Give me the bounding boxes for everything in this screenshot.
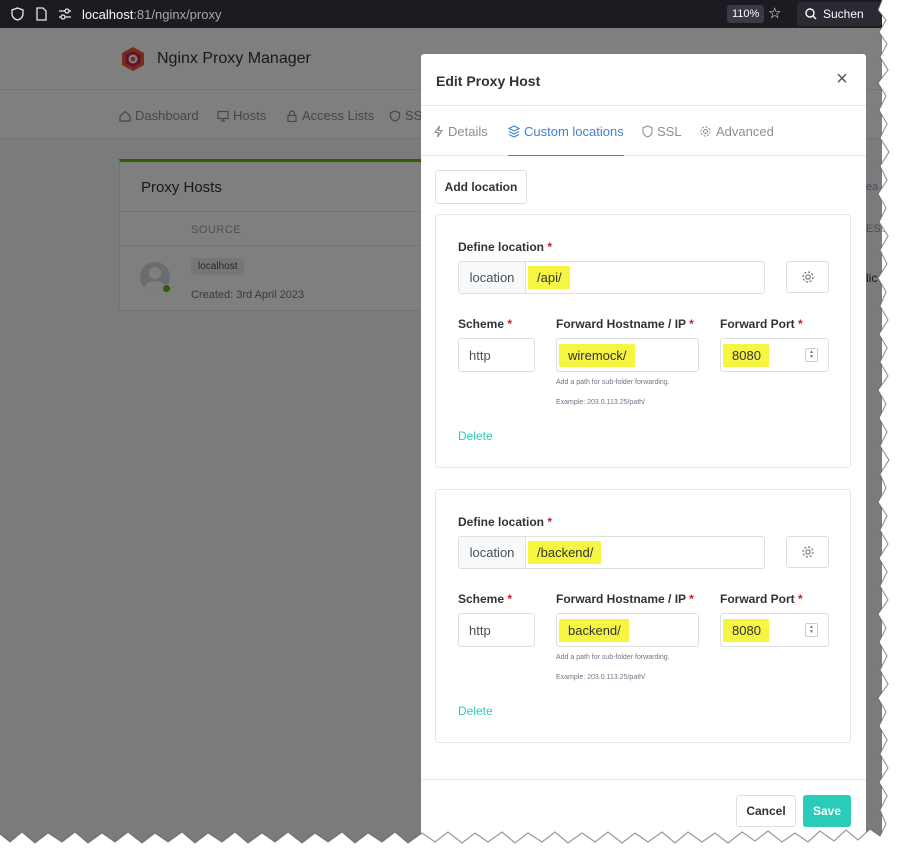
url-host: localhost [82, 6, 134, 22]
delete-location-link[interactable]: Delete [458, 429, 493, 443]
forward-port-input[interactable]: 8080 ▲ ▼ [720, 338, 829, 372]
define-location-label: Define location * [458, 240, 553, 254]
address-bar[interactable]: localhost:81/nginx/proxy [82, 7, 221, 22]
delete-location-link[interactable]: Delete [458, 704, 493, 718]
tab-custom-locations[interactable]: Custom locations [508, 124, 624, 156]
gear-icon [700, 126, 711, 137]
help-text: Add a path for sub-folder forwarding. [556, 379, 670, 386]
forward-hostname-input[interactable]: wiremock/ [556, 338, 699, 372]
location-path-field[interactable]: location /backend/ [458, 536, 765, 569]
forward-hostname-input[interactable]: backend/ [556, 613, 699, 647]
forward-port-value: 8080 [723, 343, 769, 367]
permissions-icon[interactable] [58, 7, 72, 21]
location-path-input[interactable]: /backend/ [526, 537, 764, 568]
scheme-input[interactable]: http [458, 613, 535, 647]
shield-icon[interactable] [10, 7, 24, 21]
location-addon: location [459, 537, 526, 568]
browser-toolbar: localhost:81/nginx/proxy 110% ☆ Suchen [0, 0, 882, 28]
number-spinner[interactable]: ▲ ▼ [805, 623, 818, 637]
location-path-input[interactable]: /api/ [526, 262, 764, 293]
shield-icon [642, 125, 653, 138]
forward-hostname-value: wiremock/ [559, 343, 635, 367]
define-location-label: Define location * [458, 515, 553, 529]
tab-label: SSL [657, 124, 682, 139]
location-addon: location [459, 262, 526, 293]
save-button[interactable]: Save [803, 795, 851, 827]
cancel-button[interactable]: Cancel [736, 795, 796, 827]
forward-port-value: 8080 [723, 618, 769, 642]
bolt-icon [433, 125, 444, 138]
tab-label: Custom locations [524, 124, 624, 139]
search-button[interactable]: Suchen [797, 2, 882, 26]
location-path-value: /api/ [528, 266, 570, 289]
location-path-value: /backend/ [528, 541, 602, 564]
modal-body: Add location Define location * location … [421, 157, 866, 779]
tab-label: Details [448, 124, 488, 139]
url-path: :81/nginx/proxy [133, 6, 222, 22]
forward-port-label: Forward Port * [720, 317, 803, 331]
close-icon[interactable]: × [832, 69, 852, 89]
location-path-field[interactable]: location /api/ [458, 261, 765, 294]
bookmark-star-icon[interactable]: ☆ [768, 4, 781, 22]
help-text-example: Example: 203.0.113.25/path/ [556, 399, 645, 406]
help-text-example: Example: 203.0.113.25/path/ [556, 674, 645, 681]
search-icon [805, 8, 817, 20]
number-spinner[interactable]: ▲ ▼ [805, 348, 818, 362]
scheme-label: Scheme * [458, 317, 513, 331]
modal-footer: Cancel Save [421, 779, 866, 848]
tab-label: Advanced [716, 124, 774, 139]
location-settings-button[interactable] [786, 261, 829, 293]
forward-hostname-label: Forward Hostname / IP * [556, 317, 694, 331]
tab-ssl[interactable]: SSL [642, 124, 682, 156]
zoom-indicator[interactable]: 110% [727, 5, 765, 23]
edit-proxy-host-modal: Edit Proxy Host × Details Custom locatio… [421, 54, 866, 848]
search-label: Suchen [823, 7, 864, 21]
add-location-button[interactable]: Add location [435, 170, 527, 204]
scheme-input[interactable]: http [458, 338, 535, 372]
location-card: Define location * location /api/ Scheme … [435, 214, 851, 468]
gear-icon [801, 271, 814, 283]
scheme-label: Scheme * [458, 592, 513, 606]
modal-header: Edit Proxy Host × [421, 54, 866, 106]
gear-icon [801, 546, 814, 558]
forward-hostname-label: Forward Hostname / IP * [556, 592, 694, 606]
forward-hostname-value: backend/ [559, 618, 629, 642]
location-card: Define location * location /backend/ Sch… [435, 489, 851, 743]
modal-title: Edit Proxy Host [436, 73, 541, 89]
forward-port-label: Forward Port * [720, 592, 803, 606]
tab-details[interactable]: Details [433, 124, 488, 156]
tab-advanced[interactable]: Advanced [699, 124, 774, 156]
forward-port-input[interactable]: 8080 ▲ ▼ [720, 613, 829, 647]
page-icon[interactable] [34, 7, 48, 21]
modal-tabs: Details Custom locations SSL Advanced [421, 106, 866, 156]
location-settings-button[interactable] [786, 536, 829, 568]
help-text: Add a path for sub-folder forwarding. [556, 654, 670, 661]
layers-icon [508, 125, 520, 138]
